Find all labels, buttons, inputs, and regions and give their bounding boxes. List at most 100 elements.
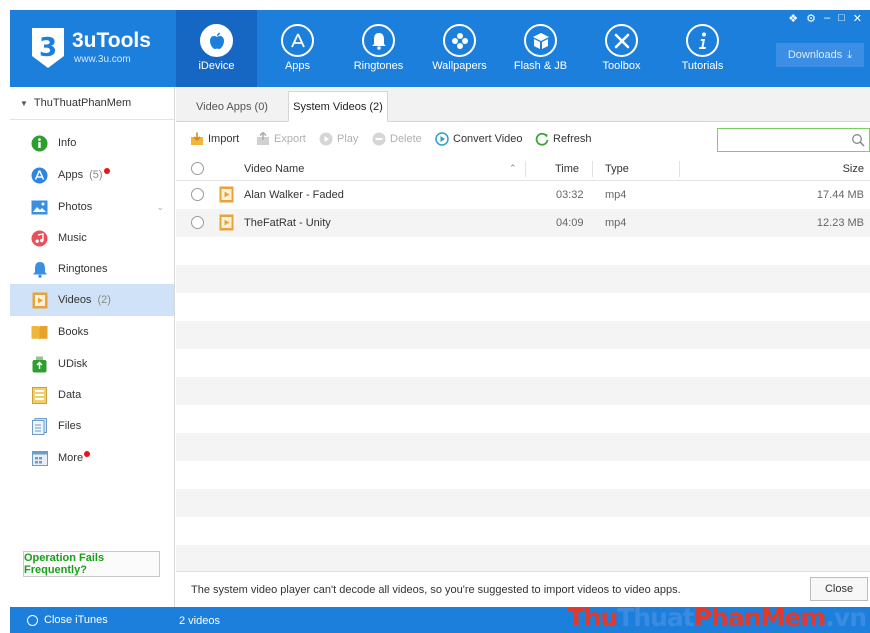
column-type[interactable]: Type [605, 163, 629, 175]
sidebar-item-label: More [58, 452, 84, 464]
video-size: 12.23 MB [816, 217, 864, 229]
column-time[interactable]: Time [555, 163, 579, 175]
sidebar: ▼ ThuThuatPhanMem Info Apps (5) Photos ⌄… [10, 87, 175, 607]
sidebar-item-music[interactable]: Music [10, 222, 174, 254]
sidebar-item-info[interactable]: Info [10, 127, 174, 159]
notification-dot [103, 168, 110, 174]
column-divider [592, 161, 593, 177]
title-bar: 3 3uTools www.3u.com iDevice Apps Ringto… [10, 10, 870, 87]
search-icon [852, 134, 865, 147]
import-label: Import [208, 133, 240, 145]
nav-tutorials[interactable]: Tutorials [662, 10, 743, 87]
nav-apps[interactable]: Apps [257, 10, 338, 87]
table-row[interactable]: Alan Walker - Faded 03:32 mp4 17.44 MB [176, 181, 870, 209]
sidebar-item-files[interactable]: Files [10, 410, 174, 442]
nav-label: Apps [284, 60, 311, 72]
device-selector[interactable]: ▼ ThuThuatPhanMem [10, 87, 174, 120]
play-icon [319, 132, 333, 146]
empty-row [176, 265, 870, 293]
column-video-name[interactable]: Video Name [244, 163, 304, 175]
row-select-radio[interactable] [191, 188, 204, 201]
refresh-button[interactable]: Refresh [535, 132, 592, 146]
download-arrow-icon: ⤓ [847, 48, 853, 61]
watermark-part: Thu [567, 603, 619, 632]
minimize-icon[interactable]: – [824, 12, 830, 25]
play-button[interactable]: Play [319, 132, 358, 146]
nav-idevice[interactable]: iDevice [176, 10, 257, 87]
empty-row [176, 461, 870, 489]
app-title: 3uTools [72, 29, 151, 52]
empty-row [176, 433, 870, 461]
skin-icon[interactable]: ❖ [788, 12, 798, 25]
tab-video-apps[interactable]: Video Apps (0) [184, 91, 280, 122]
chevron-down-icon[interactable]: ⌄ [156, 202, 164, 213]
video-size: 17.44 MB [816, 189, 864, 201]
table-row[interactable]: TheFatRat - Unity 04:09 mp4 12.23 MB [176, 209, 870, 237]
downloads-button[interactable]: Downloads ⤓ [776, 43, 864, 67]
sidebar-item-apps[interactable]: Apps (5) [10, 159, 174, 191]
bell-icon [362, 24, 395, 57]
close-itunes-label: Close iTunes [44, 614, 108, 626]
info-icon [686, 24, 719, 57]
video-name: TheFatRat - Unity [244, 217, 331, 229]
row-select-radio[interactable] [191, 216, 204, 229]
data-icon [31, 386, 48, 404]
tab-system-videos[interactable]: System Videos (2) [288, 91, 388, 122]
empty-row [176, 405, 870, 433]
close-itunes-button[interactable]: Close iTunes [27, 614, 108, 626]
sidebar-item-ringtones[interactable]: Ringtones [10, 253, 174, 285]
empty-row [176, 237, 870, 265]
apps-count: (5) [89, 169, 103, 181]
nav-label: Flash & JB [513, 60, 568, 72]
select-all-radio[interactable] [191, 162, 204, 175]
video-type: mp4 [605, 217, 627, 229]
settings-icon[interactable]: ⚙ [806, 12, 816, 25]
empty-row [176, 489, 870, 517]
export-button[interactable]: Export [256, 132, 306, 146]
apps-icon [31, 167, 48, 184]
close-icon[interactable]: ✕ [853, 12, 862, 25]
nav-label: Tutorials [681, 60, 724, 72]
close-button[interactable]: Close [810, 577, 868, 601]
video-time: 04:09 [556, 217, 584, 229]
column-divider [525, 161, 526, 177]
sidebar-item-label: Books [58, 326, 89, 338]
nav-toolbox[interactable]: Toolbox [581, 10, 662, 87]
sort-up-icon[interactable]: ⌃ [509, 163, 517, 174]
column-size[interactable]: Size [843, 163, 864, 175]
udisk-icon [31, 356, 48, 373]
convert-video-button[interactable]: Convert Video [435, 132, 523, 146]
footer-message: The system video player can't decode all… [191, 584, 681, 596]
maximize-icon[interactable]: □ [838, 12, 845, 25]
sidebar-item-books[interactable]: Books [10, 316, 174, 348]
sidebar-item-more[interactable]: More [10, 442, 174, 474]
device-name: ThuThuatPhanMem [33, 97, 132, 109]
import-button[interactable]: Import [190, 132, 239, 146]
book-icon [31, 324, 48, 341]
empty-row [176, 545, 870, 573]
app-url: www.3u.com [74, 54, 131, 65]
photos-icon [31, 199, 48, 216]
nav-ringtones[interactable]: Ringtones [338, 10, 419, 87]
sidebar-item-data[interactable]: Data [10, 379, 174, 411]
nav-flash-jb[interactable]: Flash & JB [500, 10, 581, 87]
video-name: Alan Walker - Faded [244, 189, 344, 201]
search-input[interactable] [717, 128, 870, 152]
delete-button[interactable]: Delete [372, 132, 422, 146]
sidebar-item-udisk[interactable]: UDisk [10, 348, 174, 380]
delete-icon [372, 132, 386, 146]
sidebar-item-videos[interactable]: Videos (2) [10, 284, 174, 316]
sidebar-item-label: Files [58, 420, 82, 432]
video-time: 03:32 [556, 189, 584, 201]
info-footer: The system video player can't decode all… [176, 571, 870, 607]
video-list: Alan Walker - Faded 03:32 mp4 17.44 MB T… [176, 181, 870, 573]
operation-fails-button[interactable]: Operation Fails Frequently? [23, 551, 160, 577]
files-icon [31, 417, 48, 435]
video-icon [31, 292, 48, 309]
sidebar-item-photos[interactable]: Photos ⌄ [10, 191, 174, 223]
tools-icon [605, 24, 638, 57]
content-tabs: Video Apps (0) System Videos (2) [176, 87, 870, 122]
circle-icon [27, 614, 38, 626]
status-bar: Close iTunes 2 videos ThuThuatPhanMem.vn [10, 603, 870, 633]
nav-wallpapers[interactable]: Wallpapers [419, 10, 500, 87]
